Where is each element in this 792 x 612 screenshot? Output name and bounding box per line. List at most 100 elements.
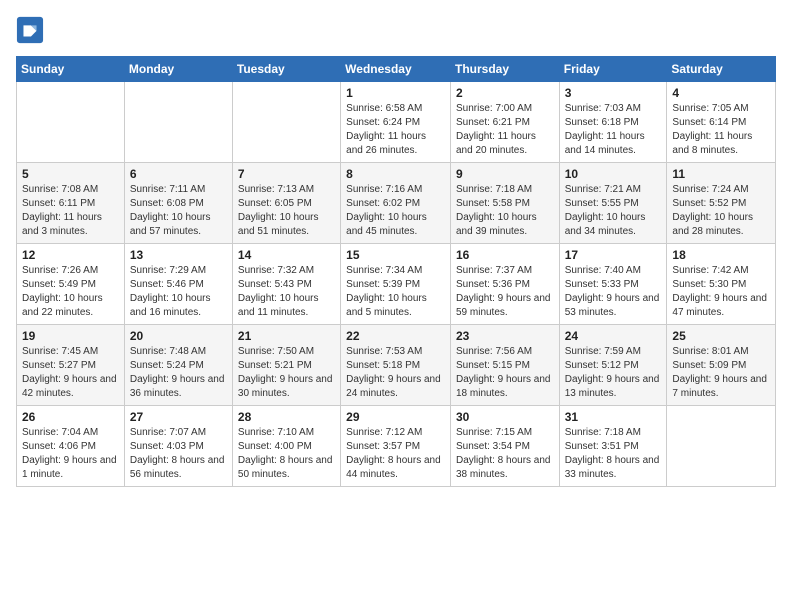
day-info: Sunrise: 7:08 AM Sunset: 6:11 PM Dayligh… (22, 183, 119, 239)
day-number: 29 (346, 410, 445, 424)
day-info: Sunrise: 7:21 AM Sunset: 5:55 PM Dayligh… (565, 183, 662, 239)
calendar-cell: 16Sunrise: 7:37 AM Sunset: 5:36 PM Dayli… (450, 244, 559, 325)
day-info: Sunrise: 7:10 AM Sunset: 4:00 PM Dayligh… (238, 426, 335, 482)
day-number: 20 (130, 329, 227, 343)
weekday-header-wednesday: Wednesday (341, 57, 451, 82)
day-number: 13 (130, 248, 227, 262)
day-info: Sunrise: 6:58 AM Sunset: 6:24 PM Dayligh… (346, 102, 445, 158)
calendar-cell (232, 82, 340, 163)
calendar-cell: 20 Sunrise: 7:48 AM Sunset: 5:24 PM Dayli… (124, 325, 232, 406)
day-number: 18 (672, 248, 770, 262)
day-number: 25 (672, 329, 770, 343)
calendar-cell: 29 Sunrise: 7:12 AM Sunset: 3:57 PM Dayli… (341, 406, 451, 487)
calendar-week-row: 5 Sunrise: 7:08 AM Sunset: 6:11 PM Daylig… (17, 163, 776, 244)
weekday-header-sunday: Sunday (17, 57, 125, 82)
day-info: Sunrise: 7:16 AM Sunset: 6:02 PM Dayligh… (346, 183, 445, 239)
calendar-cell: 22 Sunrise: 7:53 AM Sunset: 5:18 PM Dayli… (341, 325, 451, 406)
day-number: 3 (565, 86, 662, 100)
day-info: Sunrise: 7:34 AM Sunset: 5:39 PM Dayligh… (346, 264, 445, 320)
day-number: 22 (346, 329, 445, 343)
day-info: Sunrise: 7:03 AM Sunset: 6:18 PM Dayligh… (565, 102, 662, 158)
day-info: Sunrise: 7:56 AM Sunset: 5:15 PM Dayligh… (456, 345, 554, 401)
day-info: Sunrise: 7:15 AM Sunset: 3:54 PM Dayligh… (456, 426, 554, 482)
calendar-cell (124, 82, 232, 163)
day-number: 19 (22, 329, 119, 343)
day-info: Sunrise: 7:05 AM Sunset: 6:14 PM Dayligh… (672, 102, 770, 158)
calendar-cell: 11Sunrise: 7:24 AM Sunset: 5:52 PM Dayli… (667, 163, 776, 244)
day-number: 17 (565, 248, 662, 262)
calendar-week-row: 26 Sunrise: 7:04 AM Sunset: 4:06 PM Dayli… (17, 406, 776, 487)
day-info: Sunrise: 7:50 AM Sunset: 5:21 PM Dayligh… (238, 345, 335, 401)
calendar-cell (667, 406, 776, 487)
day-info: Sunrise: 7:12 AM Sunset: 3:57 PM Dayligh… (346, 426, 445, 482)
day-info: Sunrise: 7:11 AM Sunset: 6:08 PM Dayligh… (130, 183, 227, 239)
weekday-header-monday: Monday (124, 57, 232, 82)
weekday-header-row: SundayMondayTuesdayWednesdayThursdayFrid… (17, 57, 776, 82)
calendar-cell (17, 82, 125, 163)
logo-icon (16, 16, 44, 44)
day-info: Sunrise: 7:18 AM Sunset: 5:58 PM Dayligh… (456, 183, 554, 239)
calendar-cell: 6 Sunrise: 7:11 AM Sunset: 6:08 PM Daylig… (124, 163, 232, 244)
calendar-cell: 26 Sunrise: 7:04 AM Sunset: 4:06 PM Dayli… (17, 406, 125, 487)
day-info: Sunrise: 7:40 AM Sunset: 5:33 PM Dayligh… (565, 264, 662, 320)
calendar-week-row: 12 Sunrise: 7:26 AM Sunset: 5:49 PM Dayli… (17, 244, 776, 325)
day-number: 14 (238, 248, 335, 262)
weekday-header-tuesday: Tuesday (232, 57, 340, 82)
calendar-cell: 18Sunrise: 7:42 AM Sunset: 5:30 PM Dayli… (667, 244, 776, 325)
day-number: 28 (238, 410, 335, 424)
day-info: Sunrise: 7:00 AM Sunset: 6:21 PM Dayligh… (456, 102, 554, 158)
day-number: 16 (456, 248, 554, 262)
day-info: Sunrise: 7:18 AM Sunset: 3:51 PM Dayligh… (565, 426, 662, 482)
calendar-cell: 10 Sunrise: 7:21 AM Sunset: 5:55 PM Dayli… (559, 163, 667, 244)
day-number: 6 (130, 167, 227, 181)
calendar-cell: 3 Sunrise: 7:03 AM Sunset: 6:18 PM Daylig… (559, 82, 667, 163)
calendar-cell: 31Sunrise: 7:18 AM Sunset: 3:51 PM Dayli… (559, 406, 667, 487)
day-number: 2 (456, 86, 554, 100)
day-number: 26 (22, 410, 119, 424)
day-number: 24 (565, 329, 662, 343)
day-number: 23 (456, 329, 554, 343)
calendar-table: SundayMondayTuesdayWednesdayThursdayFrid… (16, 56, 776, 487)
calendar-cell: 19 Sunrise: 7:45 AM Sunset: 5:27 PM Dayli… (17, 325, 125, 406)
calendar-cell: 13 Sunrise: 7:29 AM Sunset: 5:46 PM Dayli… (124, 244, 232, 325)
calendar-cell: 28 Sunrise: 7:10 AM Sunset: 4:00 PM Dayli… (232, 406, 340, 487)
day-number: 21 (238, 329, 335, 343)
calendar-cell: 27 Sunrise: 7:07 AM Sunset: 4:03 PM Dayli… (124, 406, 232, 487)
day-number: 27 (130, 410, 227, 424)
calendar-cell: 7 Sunrise: 7:13 AM Sunset: 6:05 PM Daylig… (232, 163, 340, 244)
calendar-cell: 9 Sunrise: 7:18 AM Sunset: 5:58 PM Daylig… (450, 163, 559, 244)
page-header (16, 16, 776, 44)
calendar-week-row: 19 Sunrise: 7:45 AM Sunset: 5:27 PM Dayli… (17, 325, 776, 406)
calendar-cell: 1 Sunrise: 6:58 AM Sunset: 6:24 PM Daylig… (341, 82, 451, 163)
day-info: Sunrise: 7:04 AM Sunset: 4:06 PM Dayligh… (22, 426, 119, 482)
day-number: 9 (456, 167, 554, 181)
day-number: 11 (672, 167, 770, 181)
calendar-cell: 24Sunrise: 7:59 AM Sunset: 5:12 PM Dayli… (559, 325, 667, 406)
day-info: Sunrise: 7:07 AM Sunset: 4:03 PM Dayligh… (130, 426, 227, 482)
weekday-header-friday: Friday (559, 57, 667, 82)
day-info: Sunrise: 7:13 AM Sunset: 6:05 PM Dayligh… (238, 183, 335, 239)
day-number: 12 (22, 248, 119, 262)
day-number: 4 (672, 86, 770, 100)
calendar-cell: 12 Sunrise: 7:26 AM Sunset: 5:49 PM Dayli… (17, 244, 125, 325)
calendar-cell: 4 Sunrise: 7:05 AM Sunset: 6:14 PM Daylig… (667, 82, 776, 163)
calendar-cell: 25Sunrise: 8:01 AM Sunset: 5:09 PM Dayli… (667, 325, 776, 406)
day-number: 1 (346, 86, 445, 100)
day-info: Sunrise: 7:45 AM Sunset: 5:27 PM Dayligh… (22, 345, 119, 401)
day-number: 5 (22, 167, 119, 181)
day-info: Sunrise: 7:53 AM Sunset: 5:18 PM Dayligh… (346, 345, 445, 401)
day-info: Sunrise: 7:29 AM Sunset: 5:46 PM Dayligh… (130, 264, 227, 320)
calendar-cell: 14 Sunrise: 7:32 AM Sunset: 5:43 PM Dayli… (232, 244, 340, 325)
weekday-header-saturday: Saturday (667, 57, 776, 82)
calendar-cell: 2 Sunrise: 7:00 AM Sunset: 6:21 PM Daylig… (450, 82, 559, 163)
day-number: 15 (346, 248, 445, 262)
day-info: Sunrise: 7:26 AM Sunset: 5:49 PM Dayligh… (22, 264, 119, 320)
calendar-cell: 17 Sunrise: 7:40 AM Sunset: 5:33 PM Dayli… (559, 244, 667, 325)
calendar-cell: 8Sunrise: 7:16 AM Sunset: 6:02 PM Daylig… (341, 163, 451, 244)
day-info: Sunrise: 7:48 AM Sunset: 5:24 PM Dayligh… (130, 345, 227, 401)
logo (16, 16, 48, 44)
day-number: 10 (565, 167, 662, 181)
day-info: Sunrise: 7:32 AM Sunset: 5:43 PM Dayligh… (238, 264, 335, 320)
calendar-week-row: 1 Sunrise: 6:58 AM Sunset: 6:24 PM Daylig… (17, 82, 776, 163)
day-number: 7 (238, 167, 335, 181)
